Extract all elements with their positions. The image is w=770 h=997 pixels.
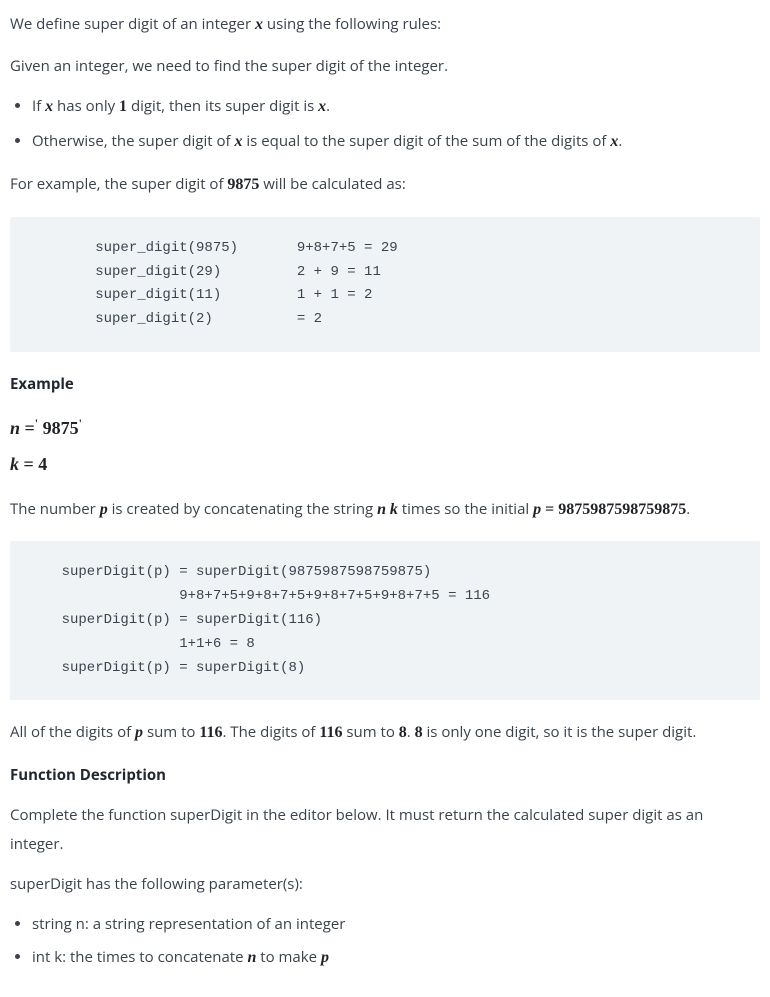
num-1: 1 — [119, 98, 127, 115]
intro-text: We define super digit of an integer — [10, 14, 255, 34]
var-x: x — [255, 16, 263, 33]
num-8: 8 — [415, 724, 423, 741]
text: has only — [53, 96, 119, 116]
text: times so the initial — [398, 499, 533, 519]
param-item-k: int k: the times to concatenate n to mak… — [32, 944, 760, 973]
text: int k: the times to concatenate — [32, 947, 247, 967]
text: sum to — [342, 722, 398, 742]
text: If — [32, 96, 45, 116]
text: will be calculated as: — [259, 174, 405, 194]
text: sum to — [143, 722, 199, 742]
var-n: n — [10, 418, 20, 438]
var-p: p — [100, 501, 108, 518]
text: All of the digits of — [10, 722, 135, 742]
var-p: p — [321, 949, 329, 966]
function-description-heading-text: Function Description — [10, 765, 166, 785]
var-n: n — [247, 949, 256, 966]
function-description-p2: superDigit has the following parameter(s… — [10, 870, 760, 899]
function-description-heading: Function Description — [10, 761, 760, 790]
equation-k: k = 4 — [10, 447, 760, 481]
rule-item-2: Otherwise, the super digit of x is equal… — [32, 128, 760, 157]
var-p: p — [135, 724, 143, 741]
eq-sign: = — [19, 454, 38, 474]
var-p: p — [533, 501, 541, 518]
num-concat: 9875987598759875 — [558, 501, 686, 518]
var-k: k — [10, 454, 19, 474]
intro-text: using the following rules: — [263, 14, 441, 34]
text: Otherwise, the super digit of — [32, 131, 234, 151]
text: . — [407, 722, 415, 742]
text: . — [618, 131, 622, 151]
text: The number — [10, 499, 100, 519]
function-description-p1: Complete the function superDigit in the … — [10, 801, 760, 858]
text: digit, then its super digit is — [127, 96, 318, 116]
var-x: x — [45, 98, 53, 115]
param-item-n: string n: a string representation of an … — [32, 911, 760, 938]
num-116: 116 — [199, 724, 222, 741]
intro-paragraph-1: We define super digit of an integer x us… — [10, 10, 760, 40]
num-9875: 9875 — [43, 418, 79, 438]
text: to make — [256, 947, 321, 967]
text: is only one digit, so it is the super di… — [423, 722, 697, 742]
result-paragraph: All of the digits of p sum to 116. The d… — [10, 718, 760, 748]
example-intro: For example, the super digit of 9875 wil… — [10, 170, 760, 200]
text: . — [686, 499, 690, 519]
var-n: n — [377, 501, 386, 518]
var-x: x — [318, 98, 326, 115]
text: is created by concatenating the string — [108, 499, 377, 519]
text: For example, the super digit of — [10, 174, 227, 194]
num-8: 8 — [399, 724, 407, 741]
num-9875: 9875 — [227, 176, 259, 193]
intro-paragraph-2: Given an integer, we need to find the su… — [10, 52, 760, 81]
text: . — [326, 96, 330, 116]
eq-sign: = — [20, 418, 35, 438]
eq-sign: = — [541, 501, 558, 518]
rule-item-1: If x has only 1 digit, then its super di… — [32, 93, 760, 122]
example-heading: Example — [10, 370, 760, 399]
code-block-2: superDigit(p) = superDigit(9875987598759… — [10, 541, 760, 700]
params-list: string n: a string representation of an … — [10, 911, 760, 973]
example-heading-text: Example — [10, 374, 74, 394]
prime: ' — [79, 416, 82, 430]
equation-n: n =' 9875' — [10, 411, 760, 445]
text: is equal to the super digit of the sum o… — [242, 131, 610, 151]
code-block-1: super_digit(9875) 9+8+7+5 = 29 super_dig… — [10, 217, 760, 352]
num-4: 4 — [38, 454, 47, 474]
num-116: 116 — [319, 724, 342, 741]
var-k: k — [390, 501, 398, 518]
concat-paragraph: The number p is created by concatenating… — [10, 495, 760, 525]
rules-list: If x has only 1 digit, then its super di… — [10, 93, 760, 157]
text: . The digits of — [222, 722, 319, 742]
